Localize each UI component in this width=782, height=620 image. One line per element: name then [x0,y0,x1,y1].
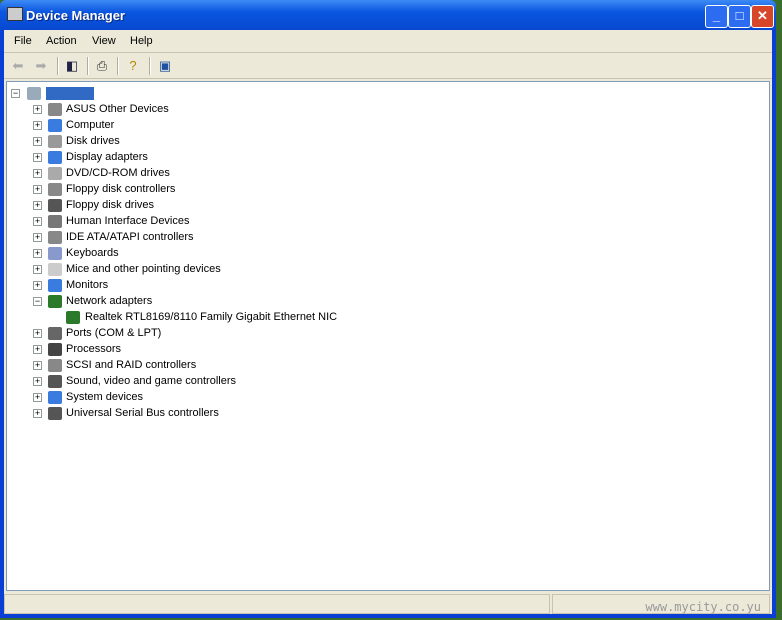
device-category-icon [48,391,62,404]
category-label: Mice and other pointing devices [66,263,221,275]
scan-hardware-icon[interactable]: ▣ [156,57,174,74]
expand-icon[interactable]: + [33,233,42,242]
menu-help[interactable]: Help [130,35,153,47]
device-tree[interactable]: − + ASUS Other Devices + Computer + Disk d… [6,81,770,591]
category-label: Universal Serial Bus controllers [66,407,219,419]
device-category-icon [48,103,62,116]
watermark: www.mycity.co.yu [645,600,761,614]
device-category-icon [48,215,62,228]
close-button[interactable]: ✕ [751,5,774,28]
category-label: Floppy disk controllers [66,183,176,195]
device-category-icon [48,167,62,180]
device-category-icon [48,327,62,340]
menu-bar: File Action View Help [4,30,772,53]
category-label: System devices [66,391,144,403]
expand-icon[interactable]: + [33,169,42,178]
device-category-icon [48,119,62,132]
expand-icon[interactable]: + [33,345,42,354]
minimize-button[interactable]: _ [705,5,728,28]
expand-icon[interactable]: + [33,217,42,226]
category-label: Disk drives [66,135,120,147]
computer-icon [27,87,41,100]
category-label: SCSI and RAID controllers [66,359,197,371]
device-category-icon [48,343,62,356]
expand-icon[interactable]: + [33,185,42,194]
expand-icon[interactable]: + [33,361,42,370]
expand-icon[interactable]: + [33,265,42,274]
device-category-icon [48,407,62,420]
device-category-icon [48,247,62,260]
expand-icon[interactable]: + [33,281,42,290]
expand-icon[interactable]: + [33,153,42,162]
category-label: Floppy disk drives [66,199,155,211]
expand-icon[interactable]: + [33,105,42,114]
network-card-icon [66,311,80,324]
expand-icon[interactable]: + [33,137,42,146]
category-label: Network adapters [66,295,153,307]
category-label: IDE ATA/ATAPI controllers [66,231,194,243]
menu-action[interactable]: Action [46,35,77,47]
category-label: Monitors [66,279,109,291]
maximize-button[interactable]: □ [728,5,751,28]
window-title: Device Manager [26,8,125,23]
category-label: Keyboards [66,247,119,259]
device-manager-window: Device Manager _ □ ✕ File Action View He… [0,0,776,618]
category-label: Sound, video and game controllers [66,375,236,387]
collapse-icon[interactable]: − [33,297,42,306]
computer-name-label [46,87,94,100]
expand-icon[interactable]: + [33,121,42,130]
computer-icon [7,7,23,21]
device-category-icon [48,279,62,292]
device-category-icon [48,231,62,244]
print-icon[interactable]: ⎙ [93,57,111,74]
forward-icon[interactable]: ➡ [32,57,50,74]
toolbar: ⬅ ➡ ◧ ⎙ ? ▣ [4,53,772,79]
device-label: Realtek RTL8169/8110 Family Gigabit Ethe… [85,311,338,323]
category-label: Processors [66,343,122,355]
category-label: Display adapters [66,151,148,163]
properties-help-icon[interactable]: ? [124,57,142,74]
device-category-icon [48,151,62,164]
expand-icon[interactable]: + [33,201,42,210]
expand-icon[interactable]: + [33,377,42,386]
menu-view[interactable]: View [92,35,116,47]
device-category-icon [48,375,62,388]
collapse-icon[interactable]: − [11,89,20,98]
expand-icon[interactable]: + [33,393,42,402]
title-bar[interactable]: Device Manager _ □ ✕ [0,0,776,30]
device-category-icon [48,183,62,196]
menu-file[interactable]: File [14,35,32,47]
category-label: ASUS Other Devices [66,103,169,115]
expand-icon[interactable]: + [33,409,42,418]
back-icon[interactable]: ⬅ [9,57,27,74]
category-label: Computer [66,119,115,131]
show-hide-console-tree-icon[interactable]: ◧ [63,57,81,74]
device-category-icon [48,199,62,212]
category-label: Human Interface Devices [66,215,190,227]
device-category-icon [48,135,62,148]
category-label: Ports (COM & LPT) [66,327,162,339]
status-bar: www.mycity.co.yu [4,592,772,614]
device-category-icon [48,359,62,372]
expand-icon[interactable]: + [33,329,42,338]
device-category-icon [48,263,62,276]
category-label: DVD/CD-ROM drives [66,167,170,179]
expand-icon[interactable]: + [33,249,42,258]
device-category-icon [48,295,62,308]
